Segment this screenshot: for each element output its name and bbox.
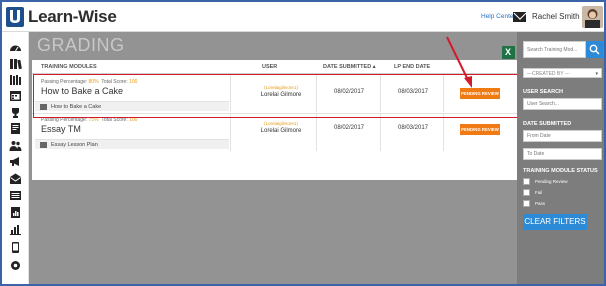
calendar-icon[interactable]: [9, 90, 22, 101]
date-submitted-label: DATE SUBMITTED: [523, 121, 572, 127]
clear-filters-button[interactable]: CLEAR FILTERS: [523, 214, 587, 230]
search-button[interactable]: [586, 41, 603, 58]
col-training-modules[interactable]: TRAINING MODULES: [41, 64, 97, 70]
mail-open-icon[interactable]: [9, 173, 22, 184]
lesson-icon: [40, 142, 47, 148]
user-name[interactable]: Rachel Smith: [532, 12, 580, 21]
app-window: Learn-Wise Help Center Rachel Smith GRAD…: [0, 0, 606, 286]
library-icon[interactable]: [9, 74, 22, 85]
books-icon[interactable]: [9, 58, 22, 69]
left-nav-rail: [2, 32, 29, 284]
table-row[interactable]: Passing Percentage: 75% Total Score: 100…: [32, 113, 517, 151]
cell-divider: [380, 114, 381, 151]
logo-text[interactable]: Learn-Wise: [28, 7, 117, 27]
lesson-plan-bar[interactable]: Essay Lesson Plan: [35, 139, 229, 149]
excel-export-icon[interactable]: X: [502, 46, 515, 59]
user-full-name: Lorelai Gilmore: [260, 128, 302, 134]
created-by-select[interactable]: ---CREATED BY --- ▾: [523, 68, 602, 78]
trophy-icon[interactable]: [9, 107, 22, 118]
from-date-input[interactable]: [523, 130, 602, 142]
user-handle: (Lorelaigilmore1): [264, 121, 298, 126]
lp-end-date: 08/03/2017: [397, 125, 429, 131]
logo-mark[interactable]: [6, 7, 24, 27]
search-icon: [589, 44, 600, 55]
module-name[interactable]: Essay TM: [41, 124, 81, 134]
col-lp-end-date[interactable]: LP END DATE: [394, 64, 430, 70]
user-search-label: USER SEARCH: [523, 89, 564, 95]
report-icon[interactable]: [9, 207, 22, 218]
checkbox[interactable]: [523, 178, 530, 185]
chart-icon[interactable]: [9, 224, 22, 235]
cell-divider: [443, 114, 444, 151]
chevron-down-icon: ▾: [595, 70, 598, 77]
document-icon[interactable]: [9, 123, 22, 134]
lesson-plan-name: Essay Lesson Plan: [51, 141, 98, 148]
mail-icon[interactable]: [513, 12, 526, 22]
list-icon[interactable]: [9, 190, 22, 201]
tablet-icon[interactable]: [9, 242, 22, 253]
page-title: GRADING: [37, 35, 125, 55]
checkbox[interactable]: [523, 189, 530, 196]
col-user[interactable]: USER: [262, 64, 277, 70]
help-center-link[interactable]: Help Center: [481, 13, 516, 20]
settings-icon[interactable]: [9, 260, 22, 271]
top-bar: Learn-Wise Help Center Rachel Smith: [2, 2, 604, 32]
checkbox[interactable]: [523, 200, 530, 207]
user-search-input[interactable]: [523, 98, 602, 110]
pending-review-button[interactable]: PENDING REVIEW: [460, 124, 500, 135]
dashboard-icon[interactable]: [9, 42, 22, 53]
module-status-label: TRAINING MODULE STATUS: [523, 168, 598, 174]
cell-divider: [230, 114, 231, 151]
col-date-submitted[interactable]: DATE SUBMITTED ▴: [323, 64, 375, 70]
cell-divider: [316, 114, 317, 151]
training-module-search-input[interactable]: [523, 41, 586, 58]
megaphone-icon[interactable]: [9, 156, 22, 167]
date-submitted: 08/02/2017: [333, 125, 365, 131]
avatar[interactable]: [582, 6, 603, 28]
users-icon[interactable]: [9, 140, 22, 151]
to-date-input[interactable]: [523, 148, 602, 160]
filter-panel: ---CREATED BY --- ▾ USER SEARCH DATE SUB…: [517, 32, 604, 284]
annotation-arrow: [446, 36, 472, 88]
